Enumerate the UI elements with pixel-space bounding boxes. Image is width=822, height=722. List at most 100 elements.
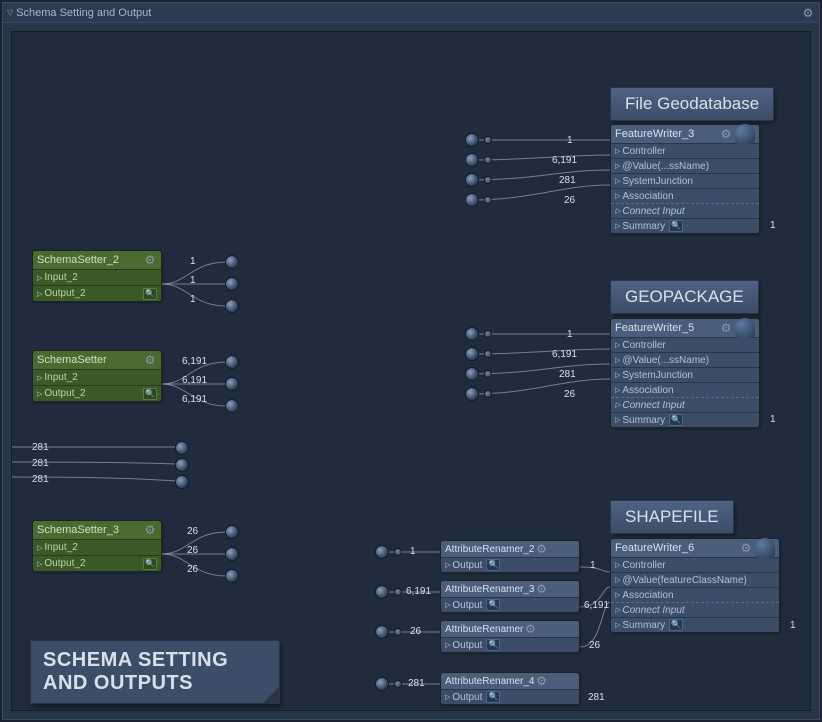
port[interactable] [225, 355, 239, 369]
count-label: 26 [564, 195, 575, 206]
section-gpkg: GEOPACKAGE [610, 280, 759, 314]
gear-icon[interactable]: ⚙ [143, 353, 157, 367]
port[interactable] [375, 625, 389, 639]
port[interactable] [394, 680, 402, 688]
gear-icon[interactable]: ⚙ [143, 523, 157, 537]
count-label: 26 [187, 564, 198, 575]
node-attributerenamer-2[interactable]: AttributeRenamer_2⚙ ▷Output🔍 [440, 540, 580, 573]
gear-icon[interactable]: ⚙ [535, 674, 549, 688]
port[interactable] [484, 196, 492, 204]
node-schemasetter[interactable]: SchemaSetter⚙ ▷Input_2 ▷Output_2🔍 [32, 350, 162, 402]
port[interactable] [465, 367, 479, 381]
node-featurewriter-6[interactable]: FeatureWriter_6⚙ ▷Controller ▷@Value(fea… [610, 538, 780, 633]
port[interactable] [465, 153, 479, 167]
count-label: 26 [589, 640, 600, 651]
count-label: 281 [559, 175, 576, 186]
port[interactable] [465, 347, 479, 361]
port[interactable] [225, 525, 239, 539]
node-featurewriter-5[interactable]: FeatureWriter_5⚙ ▷Controller ▷@Value(...… [610, 318, 760, 428]
count-label: 281 [588, 692, 605, 703]
port[interactable] [225, 299, 239, 313]
port[interactable] [465, 173, 479, 187]
count-label: 1 [590, 560, 596, 571]
count-label: 1 [790, 620, 796, 631]
count-label: 281 [408, 678, 425, 689]
port[interactable] [175, 475, 189, 489]
canvas[interactable]: File Geodatabase GEOPACKAGE SHAPEFILE Sc… [11, 31, 811, 711]
port[interactable] [465, 133, 479, 147]
gear-icon[interactable]: ⚙ [801, 6, 815, 20]
port[interactable] [465, 387, 479, 401]
port[interactable] [225, 255, 239, 269]
port[interactable] [225, 569, 239, 583]
port[interactable] [225, 377, 239, 391]
count-label: 1 [190, 275, 196, 286]
count-label: 1 [190, 294, 196, 305]
port[interactable] [394, 628, 402, 636]
gear-icon[interactable]: ⚙ [719, 321, 733, 335]
inspect-icon[interactable]: 🔍 [486, 599, 500, 611]
count-label: 1 [770, 414, 776, 425]
port[interactable] [175, 458, 189, 472]
port[interactable] [465, 193, 479, 207]
titlebar[interactable]: ▽ Schema Setting and Output ⚙ [3, 3, 819, 23]
node-attributerenamer-4[interactable]: AttributeRenamer_4⚙ ▷Output🔍 [440, 672, 580, 705]
gear-icon[interactable]: ⚙ [739, 541, 753, 555]
inspect-icon[interactable]: 🔍 [143, 388, 157, 400]
count-label: 6,191 [584, 600, 609, 611]
inspect-icon[interactable]: 🔍 [143, 288, 157, 300]
count-label: 26 [564, 389, 575, 400]
gear-icon[interactable]: ⚙ [719, 127, 733, 141]
count-label: 6,191 [552, 155, 577, 166]
count-label: 1 [410, 546, 416, 557]
node-attributerenamer[interactable]: AttributeRenamer⚙ ▷Output🔍 [440, 620, 580, 653]
count-label: 6,191 [406, 586, 431, 597]
port[interactable] [175, 441, 189, 455]
count-label: 1 [770, 220, 776, 231]
collapse-icon[interactable]: ▽ [7, 8, 13, 17]
node-schemasetter-2[interactable]: SchemaSetter_2⚙ ▷Input_2 ▷Output_2🔍 [32, 250, 162, 302]
inspect-icon[interactable]: 🔍 [486, 691, 500, 703]
inspect-icon[interactable]: 🔍 [669, 619, 683, 631]
inspect-icon[interactable]: 🔍 [143, 558, 157, 570]
port[interactable] [484, 330, 492, 338]
port[interactable] [225, 277, 239, 291]
gear-icon[interactable]: ⚙ [143, 253, 157, 267]
port[interactable] [484, 370, 492, 378]
count-label: 281 [32, 442, 49, 453]
port[interactable] [394, 588, 402, 596]
port[interactable] [225, 399, 239, 413]
port[interactable] [394, 548, 402, 556]
count-label: 1 [567, 329, 573, 340]
port[interactable] [484, 390, 492, 398]
window-title: Schema Setting and Output [16, 7, 151, 19]
port[interactable] [375, 585, 389, 599]
inspect-icon[interactable]: 🔍 [486, 559, 500, 571]
gear-icon[interactable]: ⚙ [535, 582, 549, 596]
node-featurewriter-3[interactable]: FeatureWriter_3⚙ ▷Controller ▷@Value(...… [610, 124, 760, 234]
node-attributerenamer-3[interactable]: AttributeRenamer_3⚙ ▷Output🔍 [440, 580, 580, 613]
port[interactable] [484, 176, 492, 184]
port[interactable] [375, 677, 389, 691]
bookmark-window: ▽ Schema Setting and Output ⚙ [2, 2, 820, 720]
gear-icon[interactable]: ⚙ [523, 622, 537, 636]
port[interactable] [465, 327, 479, 341]
count-label: 26 [187, 545, 198, 556]
port[interactable] [484, 156, 492, 164]
inspect-icon[interactable]: 🔍 [486, 639, 500, 651]
inspect-icon[interactable]: 🔍 [669, 220, 683, 232]
gear-icon[interactable]: ⚙ [535, 542, 549, 556]
port[interactable] [484, 136, 492, 144]
port[interactable] [375, 545, 389, 559]
database-icon [735, 318, 755, 338]
port[interactable] [484, 350, 492, 358]
count-label: 6,191 [552, 349, 577, 360]
count-label: 26 [410, 626, 421, 637]
count-label: 281 [32, 458, 49, 469]
sticky-note: SCHEMA SETTING AND OUTPUTS [30, 640, 280, 704]
port[interactable] [225, 547, 239, 561]
node-schemasetter-3[interactable]: SchemaSetter_3⚙ ▷Input_2 ▷Output_2🔍 [32, 520, 162, 572]
count-label: 281 [559, 369, 576, 380]
inspect-icon[interactable]: 🔍 [669, 414, 683, 426]
section-filegdb: File Geodatabase [610, 87, 774, 121]
